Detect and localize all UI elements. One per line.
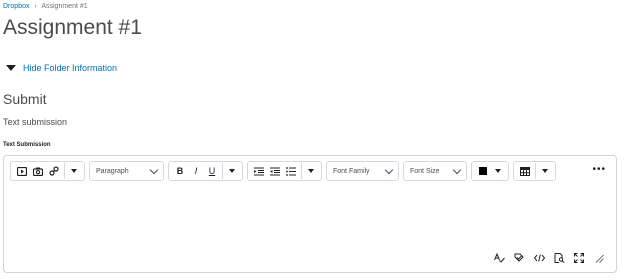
divider [535, 163, 536, 179]
caret-down-icon [542, 169, 548, 173]
code-icon[interactable] [530, 250, 548, 266]
caret-down-icon [229, 169, 235, 173]
spellcheck-icon[interactable] [490, 250, 508, 266]
caret-down-icon [495, 169, 501, 173]
more-actions-button[interactable]: ••• [592, 164, 606, 175]
font-family-select-label: Font Family [333, 167, 370, 175]
table-icon[interactable] [517, 163, 533, 179]
link-icon[interactable] [46, 163, 62, 179]
fullscreen-icon[interactable] [570, 250, 588, 266]
paragraph-select[interactable]: Paragraph [89, 161, 164, 181]
color-swatch [479, 167, 487, 175]
text-color-dropdown[interactable] [491, 163, 505, 179]
format-group: B I U [168, 161, 243, 181]
insert-more-dropdown[interactable] [67, 163, 81, 179]
outdent-icon[interactable] [267, 163, 283, 179]
list-icon[interactable] [283, 163, 299, 179]
breadcrumb: Dropbox › Assignment #1 [3, 3, 88, 10]
divider [222, 163, 223, 179]
chevron-down-icon [384, 165, 394, 174]
table-group [513, 161, 556, 181]
camera-icon[interactable] [30, 163, 46, 179]
table-more-dropdown[interactable] [538, 163, 552, 179]
chevron-down-icon [149, 165, 159, 174]
font-size-select[interactable]: Font Size [403, 161, 467, 181]
chevron-down-icon [452, 165, 462, 174]
resize-icon[interactable] [590, 250, 608, 266]
breadcrumb-current: Assignment #1 [41, 3, 88, 10]
page-title: Assignment #1 [3, 16, 142, 39]
divider [64, 163, 65, 179]
bold-button[interactable]: B [172, 163, 188, 179]
accessibility-icon[interactable] [510, 250, 528, 266]
text-color-button[interactable] [475, 163, 491, 179]
text-color-group [471, 161, 509, 181]
font-family-select[interactable]: Font Family [326, 161, 399, 181]
font-size-select-label: Font Size [410, 167, 440, 175]
editor-statusbar [488, 250, 608, 266]
breadcrumb-separator: › [34, 3, 37, 10]
editor-toolbar: Paragraph B I U Font Family Font Size [10, 161, 612, 181]
triangle-down-icon [6, 65, 16, 71]
hide-folder-information-label: Hide Folder Information [23, 63, 118, 73]
italic-button[interactable]: I [188, 163, 204, 179]
caret-down-icon [71, 169, 77, 173]
paragraph-group [247, 161, 322, 181]
paragraph-select-label: Paragraph [96, 167, 129, 175]
submit-heading: Submit [3, 91, 47, 107]
submit-subtitle: Text submission [3, 117, 68, 127]
format-more-dropdown[interactable] [225, 163, 239, 179]
text-submission-editor[interactable]: Paragraph B I U Font Family Font Size ••… [3, 155, 617, 273]
preview-icon[interactable] [550, 250, 568, 266]
list-more-dropdown[interactable] [304, 163, 318, 179]
text-submission-label: Text Submission [3, 142, 51, 148]
breadcrumb-link-dropbox[interactable]: Dropbox [3, 3, 29, 10]
hide-folder-information-toggle[interactable]: Hide Folder Information [6, 63, 117, 73]
insert-group [10, 161, 85, 181]
underline-button[interactable]: U [204, 163, 220, 179]
indent-icon[interactable] [251, 163, 267, 179]
divider [301, 163, 302, 179]
video-icon[interactable] [14, 163, 30, 179]
caret-down-icon [308, 169, 314, 173]
